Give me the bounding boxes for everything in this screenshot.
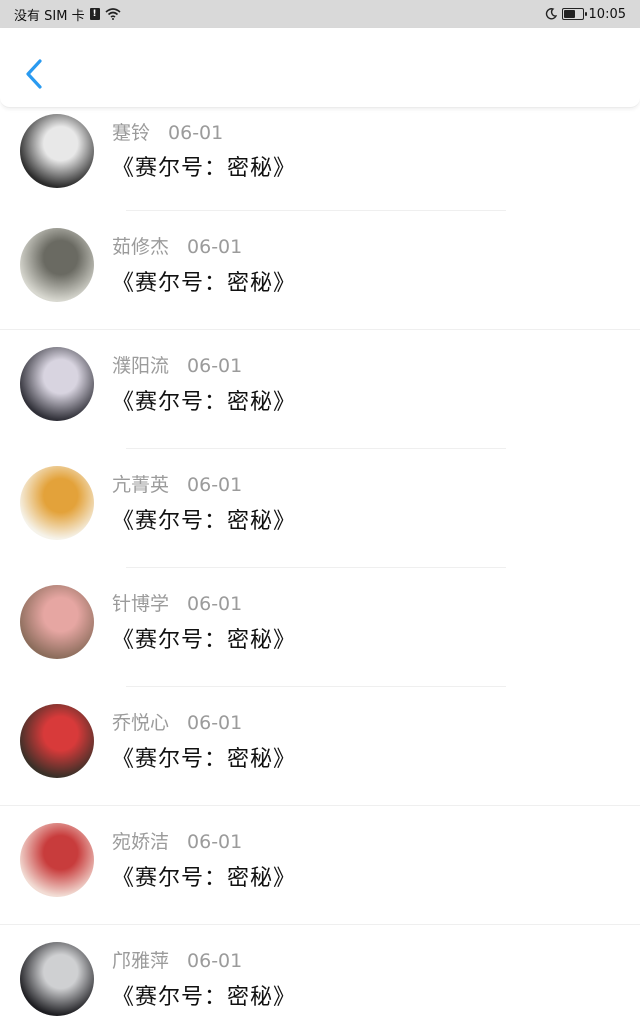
list-item[interactable]: 乔悦心 06-01 《赛尔号：密秘》: [0, 687, 640, 806]
avatar[interactable]: [20, 228, 94, 302]
comment-date: 06-01: [187, 355, 243, 377]
book-title[interactable]: 《赛尔号：密秘》: [112, 745, 296, 775]
item-meta: 茹修杰 06-01: [112, 234, 242, 260]
battery-fill: [563, 10, 576, 18]
list-item[interactable]: 宛娇洁 06-01 《赛尔号：密秘》: [0, 806, 640, 925]
battery-icon: [561, 8, 587, 20]
user-name[interactable]: 蹇铃: [112, 120, 150, 146]
status-right: 10:05: [545, 7, 626, 22]
user-name[interactable]: 宛娇洁: [112, 829, 169, 855]
status-time: 10:05: [588, 6, 626, 22]
list-item[interactable]: 邝雅萍 06-01 《赛尔号：密秘》: [0, 925, 640, 1024]
item-meta: 濮阳流 06-01: [112, 353, 242, 379]
moon-icon: [545, 8, 557, 20]
book-title[interactable]: 《赛尔号：密秘》: [112, 983, 296, 1013]
item-meta: 蹇铃 06-01: [112, 120, 223, 146]
carrier-text: 没有 SIM 卡: [14, 8, 85, 24]
book-title[interactable]: 《赛尔号：密秘》: [112, 388, 296, 418]
user-name[interactable]: 邝雅萍: [112, 948, 169, 974]
list-item[interactable]: 濮阳流 06-01 《赛尔号：密秘》: [0, 330, 640, 449]
comment-list: 蹇铃 06-01 《赛尔号：密秘》 茹修杰 06-01 《赛尔号：密秘》 濮阳流 06-01 《…: [0, 108, 640, 1024]
status-bar: 没有 SIM 卡 ! 10:05: [0, 0, 640, 28]
list-item[interactable]: 蹇铃 06-01 《赛尔号：密秘》: [0, 108, 640, 211]
user-name[interactable]: 濮阳流: [112, 353, 169, 379]
comment-date: 06-01: [187, 474, 243, 496]
list-item[interactable]: 针博学 06-01 《赛尔号：密秘》: [0, 568, 640, 687]
list-item[interactable]: 茹修杰 06-01 《赛尔号：密秘》: [0, 211, 640, 330]
item-meta: 邝雅萍 06-01: [112, 948, 242, 974]
avatar[interactable]: [20, 347, 94, 421]
book-title[interactable]: 《赛尔号：密秘》: [112, 269, 296, 299]
comment-date: 06-01: [168, 122, 224, 144]
item-meta: 宛娇洁 06-01: [112, 829, 242, 855]
avatar[interactable]: [20, 823, 94, 897]
book-title[interactable]: 《赛尔号：密秘》: [112, 507, 296, 537]
chevron-left-icon[interactable]: [20, 56, 46, 92]
avatar[interactable]: [20, 585, 94, 659]
avatar[interactable]: [20, 942, 94, 1016]
wifi-icon: [105, 8, 121, 20]
item-meta: 亢菁英 06-01: [112, 472, 242, 498]
user-name[interactable]: 乔悦心: [112, 710, 169, 736]
sim-alert-icon: !: [89, 8, 100, 20]
list-item[interactable]: 亢菁英 06-01 《赛尔号：密秘》: [0, 449, 640, 568]
item-meta: 针博学 06-01: [112, 591, 242, 617]
user-name[interactable]: 茹修杰: [112, 234, 169, 260]
comment-date: 06-01: [187, 593, 243, 615]
nav-bar: [0, 28, 640, 108]
comment-date: 06-01: [187, 712, 243, 734]
status-left: 没有 SIM 卡 !: [14, 5, 121, 24]
book-title[interactable]: 《赛尔号：密秘》: [112, 626, 296, 656]
avatar[interactable]: [20, 114, 94, 188]
user-name[interactable]: 针博学: [112, 591, 169, 617]
book-title[interactable]: 《赛尔号：密秘》: [112, 154, 296, 184]
avatar[interactable]: [20, 704, 94, 778]
comment-date: 06-01: [187, 831, 243, 853]
user-name[interactable]: 亢菁英: [112, 472, 169, 498]
item-meta: 乔悦心 06-01: [112, 710, 242, 736]
avatar[interactable]: [20, 466, 94, 540]
book-title[interactable]: 《赛尔号：密秘》: [112, 864, 296, 894]
comment-date: 06-01: [187, 950, 243, 972]
comment-date: 06-01: [187, 236, 243, 258]
